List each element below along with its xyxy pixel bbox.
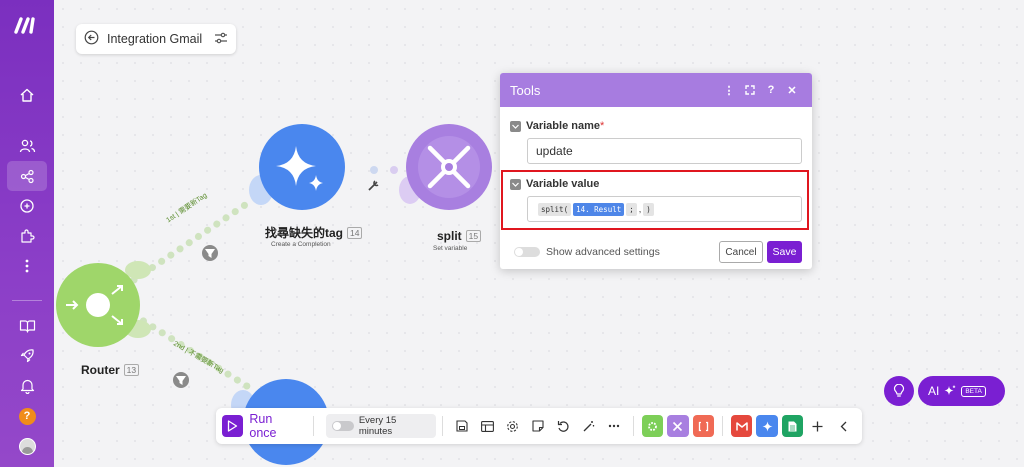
link-dot-2 xyxy=(390,166,398,174)
cancel-button[interactable]: Cancel xyxy=(719,241,763,263)
panel-menu-icon[interactable]: ⋮ xyxy=(719,80,739,100)
filter-icon-1 xyxy=(202,245,218,261)
router-id: 13 xyxy=(123,364,140,376)
toolbar-divider xyxy=(442,416,444,436)
more-horizontal-icon[interactable] xyxy=(601,413,626,439)
settings-sliders-icon[interactable] xyxy=(214,32,228,47)
variable-name-input[interactable]: update xyxy=(527,138,802,164)
panel-title: Tools xyxy=(510,82,541,98)
schedule-toggle[interactable] xyxy=(332,421,354,431)
advanced-settings-row: Show advanced settings xyxy=(514,246,660,258)
variable-value-input[interactable]: split( 14. Result ; , ) xyxy=(527,196,802,222)
add-module-icon[interactable] xyxy=(805,413,830,439)
router-name: Router xyxy=(81,363,120,377)
variable-name-field-label: Variable name* xyxy=(510,120,604,132)
sheets-app-icon[interactable] xyxy=(781,415,804,437)
split-node-subtitle: Set variable xyxy=(433,245,468,252)
save-disk-icon[interactable] xyxy=(449,413,474,439)
tools-node xyxy=(399,124,492,210)
help-question-icon[interactable]: ? xyxy=(761,80,781,100)
toolbar-divider xyxy=(313,416,315,436)
run-once-button[interactable]: Run once xyxy=(222,412,307,440)
ai-sparkle-app-icon[interactable] xyxy=(756,415,778,437)
note-icon[interactable] xyxy=(525,413,550,439)
ai-node-label: 找尋缺失的tag 14 xyxy=(265,224,363,241)
wrench-icon xyxy=(368,180,379,191)
comma-token: , xyxy=(638,204,642,214)
variable-value-label: Variable value xyxy=(526,178,600,190)
scenario-name[interactable]: Integration Gmail xyxy=(107,32,214,46)
beta-badge: BETA xyxy=(961,385,986,397)
undo-icon[interactable] xyxy=(551,413,576,439)
collapse-checkbox-icon[interactable] xyxy=(510,120,521,132)
required-asterisk: * xyxy=(600,120,605,132)
tools-gear-app-icon[interactable] xyxy=(641,415,664,437)
schedule-control[interactable]: Every 15 minutes xyxy=(326,414,437,438)
gmail-app-icon[interactable] xyxy=(730,415,753,437)
advanced-settings-label: Show advanced settings xyxy=(546,246,660,258)
back-arrow-icon[interactable] xyxy=(84,30,99,48)
ai-node xyxy=(249,124,345,210)
separator-token[interactable]: ; xyxy=(626,202,637,216)
filter-icon-2 xyxy=(173,372,189,388)
json-app-icon[interactable] xyxy=(692,415,714,437)
split-node-id: 15 xyxy=(465,230,482,242)
ai-node-name: 找尋缺失的tag xyxy=(265,226,344,240)
result-variable-token[interactable]: 14. Result xyxy=(573,202,625,216)
split-node-label: split 15 xyxy=(437,229,482,243)
magic-wand-icon[interactable] xyxy=(576,413,601,439)
split-node-name: split xyxy=(437,229,462,243)
split-function-token[interactable]: split( xyxy=(538,202,572,216)
grid-layout-icon[interactable] xyxy=(475,413,500,439)
save-button[interactable]: Save xyxy=(767,241,802,263)
variable-value-field-label: Variable value xyxy=(510,178,599,190)
router-label: Router 13 xyxy=(81,363,140,377)
schedule-label: Every 15 minutes xyxy=(358,415,397,437)
collapse-chevron-icon[interactable] xyxy=(831,413,856,439)
ai-label: AI xyxy=(928,384,940,398)
panel-header: Tools ⋮ ? ✕ xyxy=(500,73,812,107)
close-paren-token[interactable]: ) xyxy=(643,202,654,216)
play-icon xyxy=(222,415,244,437)
close-icon[interactable]: ✕ xyxy=(782,80,802,100)
ai-assistant-button[interactable]: AI BETA xyxy=(918,376,1005,406)
run-once-label: Run once xyxy=(249,412,277,440)
link-dot-1 xyxy=(370,166,378,174)
tools-panel: Tools ⋮ ? ✕ Variable name* update Variab… xyxy=(500,73,812,269)
gear-icon[interactable] xyxy=(500,413,525,439)
collapse-checkbox-icon[interactable] xyxy=(510,178,521,190)
bottom-toolbar: Run once Every 15 minutes xyxy=(216,408,862,444)
router-node xyxy=(56,261,151,347)
advanced-settings-toggle[interactable] xyxy=(514,247,540,257)
toolbar-divider xyxy=(721,416,723,436)
sparkles-icon xyxy=(944,385,956,395)
ai-node-subtitle: Create a Completion xyxy=(271,241,331,248)
hint-lightbulb-button[interactable] xyxy=(884,376,914,406)
toolbar-divider xyxy=(632,416,634,436)
variable-name-label: Variable name xyxy=(526,120,600,132)
lightbulb-icon xyxy=(893,384,905,397)
scenario-header: Integration Gmail xyxy=(76,24,236,54)
expand-icon[interactable] xyxy=(740,80,760,100)
tools-app-icon[interactable] xyxy=(667,415,689,437)
ai-node-id: 14 xyxy=(347,226,363,239)
